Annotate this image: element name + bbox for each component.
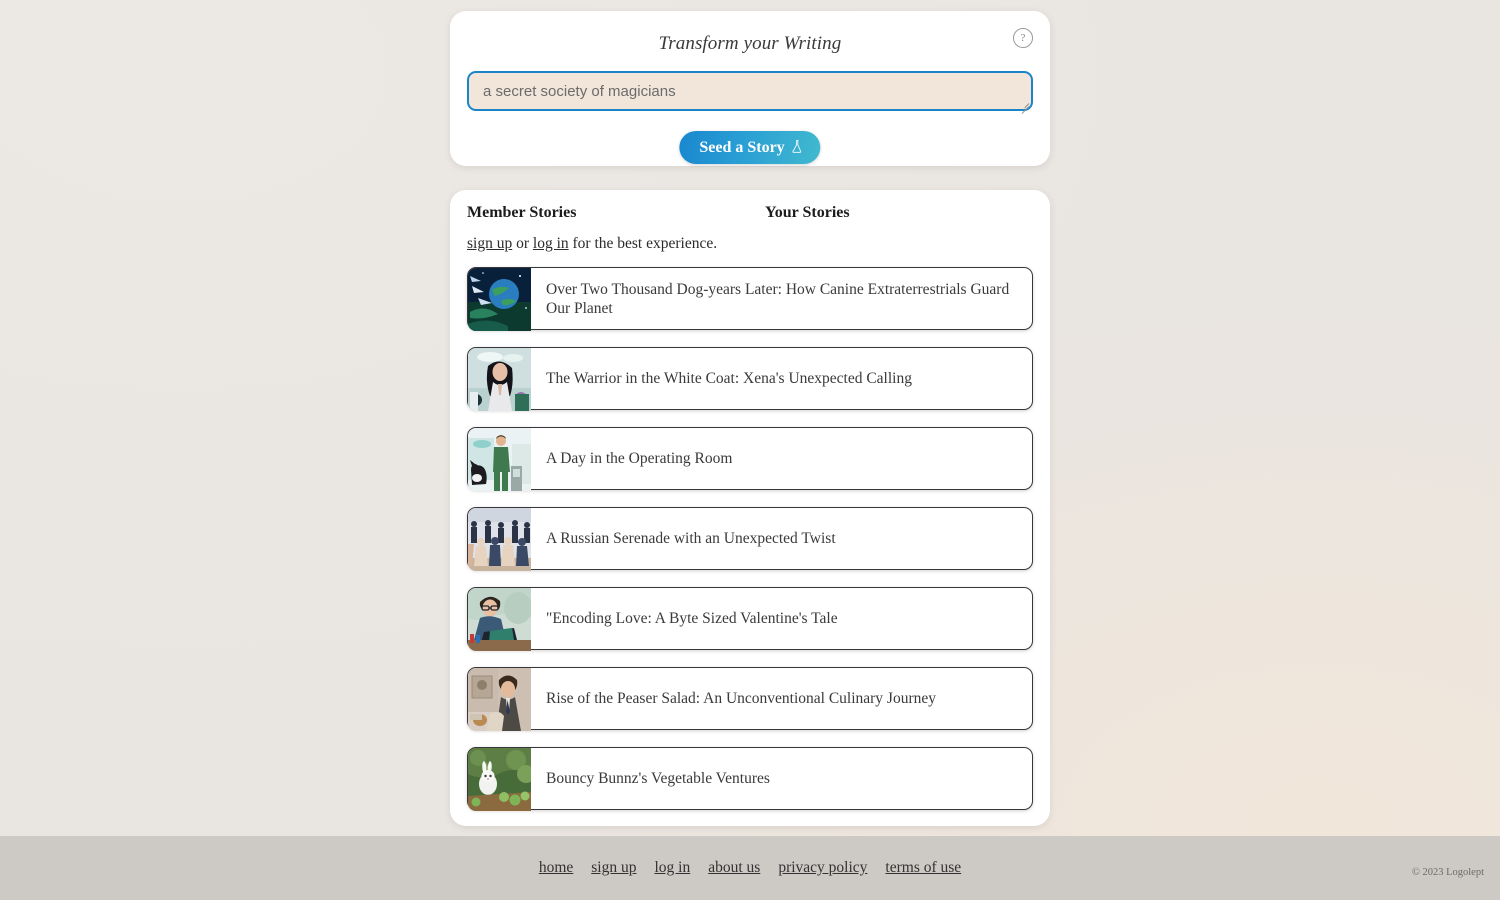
list-item[interactable]: "Encoding Love: A Byte Sized Valentine's… bbox=[467, 587, 1033, 651]
tab-your-stories[interactable]: Your Stories bbox=[765, 204, 850, 222]
story-title: Rise of the Peaser Salad: An Unconventio… bbox=[546, 690, 937, 707]
story-title: Over Two Thousand Dog-years Later: How C… bbox=[546, 280, 1010, 317]
signin-prompt: sign up or log in for the best experienc… bbox=[467, 235, 717, 253]
flask-icon bbox=[788, 139, 803, 159]
footer-link-terms-of-use[interactable]: terms of use bbox=[885, 859, 961, 876]
log-in-link[interactable]: log in bbox=[533, 235, 569, 252]
footer-link-about-us[interactable]: about us bbox=[708, 859, 760, 876]
woman-doctor-thumbnail bbox=[468, 348, 531, 411]
tab-member-stories[interactable]: Member Stories bbox=[467, 204, 576, 222]
signin-tail: for the best experience. bbox=[568, 235, 718, 252]
footer-link-home[interactable]: home bbox=[539, 859, 573, 876]
ballroom-crowd-thumbnail bbox=[468, 508, 531, 571]
signin-separator: or bbox=[512, 235, 533, 252]
page-title: Transform your Writing bbox=[658, 33, 842, 54]
list-item[interactable]: A Day in the Operating Room bbox=[467, 427, 1033, 491]
vintage-man-thumbnail bbox=[468, 668, 531, 731]
list-item[interactable]: Bouncy Bunnz's Vegetable Ventures bbox=[467, 747, 1033, 811]
site-footer: home sign up log in about us privacy policy t… bbox=[0, 836, 1500, 900]
sign-up-link[interactable]: sign up bbox=[467, 235, 512, 252]
seed-a-story-button[interactable]: Seed a Story bbox=[679, 131, 821, 164]
list-item[interactable]: Rise of the Peaser Salad: An Unconventio… bbox=[467, 667, 1033, 731]
list-item[interactable]: The Warrior in the White Coat: Xena's Un… bbox=[467, 347, 1033, 411]
story-generator-panel: Transform your Writing ? Seed a Story bbox=[450, 11, 1050, 166]
stories-panel: Member Stories Your Stories sign up or l… bbox=[450, 190, 1050, 826]
seed-a-story-label: Seed a Story bbox=[699, 138, 785, 156]
planet-space-thumbnail bbox=[468, 268, 531, 331]
story-list[interactable]: Over Two Thousand Dog-years Later: How C… bbox=[467, 267, 1035, 826]
man-laptop-thumbnail bbox=[468, 588, 531, 651]
footer-link-sign-up[interactable]: sign up bbox=[591, 859, 636, 876]
rabbit-garden-thumbnail bbox=[468, 748, 531, 811]
copyright-text: © 2023 Logolept bbox=[1411, 867, 1484, 878]
list-item[interactable]: Over Two Thousand Dog-years Later: How C… bbox=[467, 267, 1033, 331]
story-prompt-input[interactable] bbox=[467, 71, 1033, 111]
story-title: The Warrior in the White Coat: Xena's Un… bbox=[546, 370, 912, 387]
list-item[interactable]: A Russian Serenade with an Unexpected Tw… bbox=[467, 507, 1033, 571]
footer-link-privacy-policy[interactable]: privacy policy bbox=[778, 859, 867, 876]
question-mark-circle-icon[interactable]: ? bbox=[1013, 28, 1033, 48]
surgeon-dog-thumbnail bbox=[468, 428, 531, 491]
footer-link-log-in[interactable]: log in bbox=[654, 859, 690, 876]
stories-tabs: Member Stories Your Stories bbox=[467, 204, 1033, 226]
footer-links: home sign up log in about us privacy policy t… bbox=[0, 859, 1500, 877]
